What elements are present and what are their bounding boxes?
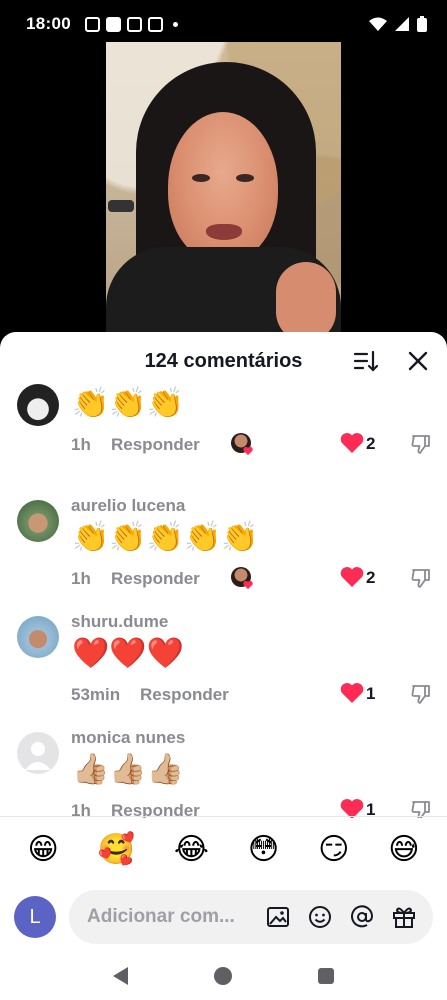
comment-list[interactable]: dimitri 👏👏👏 1h Responder 2 aurelio lucen… xyxy=(0,384,447,818)
video-player[interactable] xyxy=(106,42,341,342)
mention-icon[interactable] xyxy=(349,904,375,930)
emoji-quick-bar: 😁 🥰 😂 😳 😏 😅 xyxy=(0,816,447,882)
creator-heart-icon xyxy=(243,446,253,456)
comment-username[interactable]: shuru.dume xyxy=(71,612,168,632)
reply-button[interactable]: Responder xyxy=(111,569,200,589)
comment-text: 👏👏👏👏👏 xyxy=(72,521,259,554)
system-icons xyxy=(369,16,427,32)
comment-item: monica nunes 👍🏼👍🏼👍🏼 1h Responder 1 xyxy=(0,714,447,818)
reply-button[interactable]: Responder xyxy=(140,685,229,705)
emoji-smirk[interactable]: 😏 xyxy=(318,832,349,868)
battery-icon xyxy=(417,16,427,32)
recents-icon[interactable] xyxy=(318,968,334,984)
sort-icon[interactable] xyxy=(353,349,379,373)
close-icon[interactable] xyxy=(405,348,431,374)
comment-time: 53min xyxy=(71,685,121,704)
creator-hand xyxy=(276,262,336,342)
comment-username[interactable]: aurelio lucena xyxy=(71,496,185,516)
emoji-hearts[interactable]: 🥰 xyxy=(98,832,135,868)
left-eye xyxy=(192,174,210,182)
dislike-icon[interactable] xyxy=(410,567,432,589)
emoji-grin[interactable]: 😁 xyxy=(27,832,58,868)
emoji-laugh[interactable]: 😂 xyxy=(174,832,209,868)
like-count: 2 xyxy=(366,434,376,453)
comment-input[interactable]: Adicionar com... xyxy=(69,890,433,944)
comment-item: shuru.dume ❤️❤️❤️ 53min Responder 1 xyxy=(0,598,447,714)
dislike-icon[interactable] xyxy=(410,683,432,705)
like-heart-icon[interactable] xyxy=(340,432,364,454)
comment-input-placeholder[interactable]: Adicionar com... xyxy=(87,906,243,928)
app-icon xyxy=(126,16,142,32)
avatar[interactable] xyxy=(17,384,59,426)
facebook-icon xyxy=(105,16,121,32)
default-avatar-icon xyxy=(25,742,51,770)
reply-button[interactable]: Responder xyxy=(111,435,200,455)
comment-input-row: L Adicionar com... xyxy=(0,882,447,952)
creator-face xyxy=(168,112,278,262)
comment-time: 1h xyxy=(71,435,91,454)
comment-item: dimitri 👏👏👏 1h Responder 2 xyxy=(0,384,447,482)
like-heart-icon[interactable] xyxy=(340,566,364,588)
notification-icons xyxy=(84,16,178,32)
emoji-icon[interactable] xyxy=(307,904,333,930)
gift-icon[interactable] xyxy=(391,904,417,930)
mouth xyxy=(206,224,242,240)
comment-text: ❤️❤️❤️ xyxy=(72,637,185,670)
like-heart-icon[interactable] xyxy=(340,682,364,704)
emoji-sweat-smile[interactable]: 😅 xyxy=(388,832,419,868)
more-notifications-icon xyxy=(172,21,178,27)
comment-text: 👍🏼👍🏼👍🏼 xyxy=(72,753,185,786)
comment-text: 👏👏👏 xyxy=(72,387,185,420)
avatar[interactable] xyxy=(17,732,59,774)
status-bar: 18:00 xyxy=(0,0,447,48)
webcam xyxy=(108,200,134,212)
dislike-icon[interactable] xyxy=(410,433,432,455)
creator-heart-icon xyxy=(243,580,253,590)
comment-username[interactable]: monica nunes xyxy=(71,728,185,748)
signal-icon xyxy=(395,17,409,31)
emoji-flushed[interactable]: 😳 xyxy=(248,832,279,868)
like-heart-icon[interactable] xyxy=(340,798,364,818)
my-avatar[interactable]: L xyxy=(14,896,56,938)
right-eye xyxy=(236,174,254,182)
comments-sheet: 124 comentários dimitri 👏👏👏 1h Responder… xyxy=(0,332,447,1000)
wifi-icon xyxy=(369,17,387,31)
like-count: 2 xyxy=(366,568,376,587)
like-count: 1 xyxy=(366,684,376,703)
home-icon[interactable] xyxy=(214,967,232,985)
system-nav-bar xyxy=(0,952,447,1000)
gallery-icon xyxy=(84,16,100,32)
instagram-icon xyxy=(147,16,163,32)
status-time: 18:00 xyxy=(26,14,71,33)
comments-title: 124 comentários xyxy=(144,349,303,372)
image-icon[interactable] xyxy=(265,904,291,930)
comment-time: 1h xyxy=(71,569,91,588)
comment-item: aurelio lucena 👏👏👏👏👏 1h Responder 2 xyxy=(0,482,447,598)
input-actions xyxy=(265,904,433,930)
sheet-header: 124 comentários xyxy=(0,332,447,390)
avatar[interactable] xyxy=(17,616,59,658)
avatar[interactable] xyxy=(17,500,59,542)
back-icon[interactable] xyxy=(113,967,128,985)
